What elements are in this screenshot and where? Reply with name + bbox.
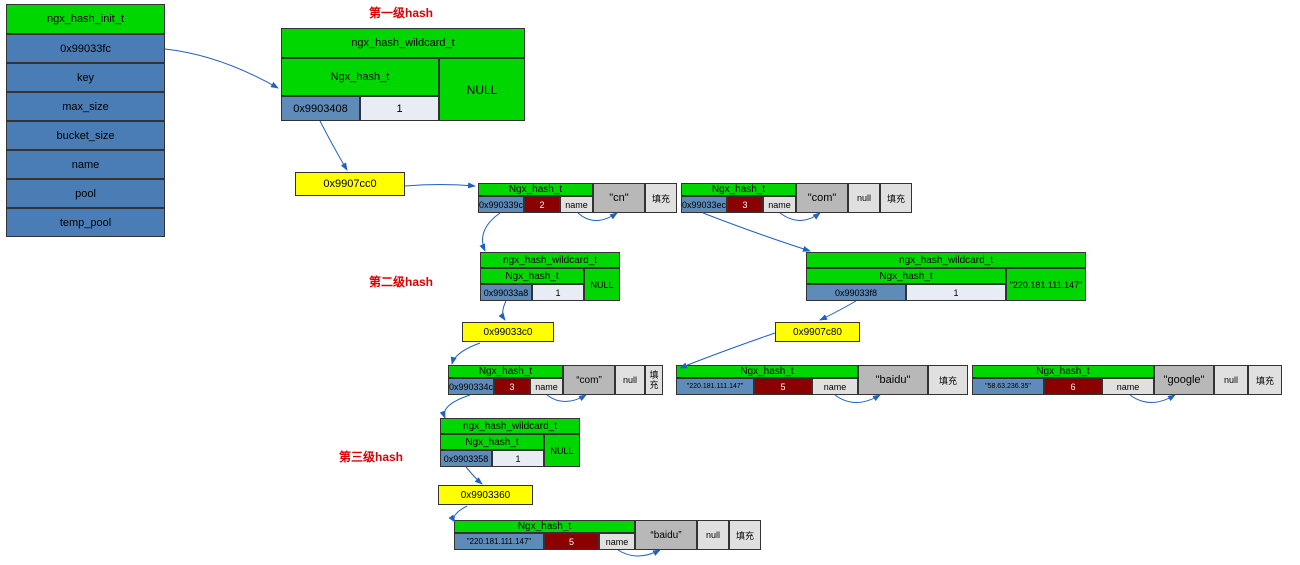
entry-baidu-len: 5	[754, 378, 812, 395]
entry-cn-hash: Ngx_hash_t	[478, 183, 593, 196]
entry-google-name: "google"	[1154, 365, 1214, 395]
wc3-null: NULL	[544, 434, 580, 467]
wc2b-addr: 0x99033f8	[806, 284, 906, 301]
entry-baidu3-null: null	[697, 520, 729, 550]
entry-baidu-fill: 填充	[928, 365, 968, 395]
wc2b-size: 1	[906, 284, 1006, 301]
entry-baidu3-ip: "220.181.111.147"	[454, 533, 544, 550]
wc1-hash-label: Ngx_hash_t	[281, 58, 439, 96]
entry-baidu-ip: "220.181.111.147"	[676, 378, 754, 395]
entry-com2-fill: 填充	[645, 365, 663, 395]
init-row-5: pool	[6, 179, 165, 208]
entry-google-hash: Ngx_hash_t	[972, 365, 1154, 378]
entry-baidu-namekey: name	[812, 378, 858, 395]
entry-com2-len: 3	[494, 378, 530, 395]
wc2a-title: ngx_hash_wildcard_t	[480, 252, 620, 268]
entry-com2-addr: 0x990334c	[448, 378, 494, 395]
entry-cn-addr: 0x990339c	[478, 196, 524, 213]
level1-label: 第一级hash	[369, 4, 433, 21]
wc1-size: 1	[360, 96, 439, 121]
wc1-null: NULL	[439, 58, 525, 121]
init-row-1: key	[6, 63, 165, 92]
wc3-title: ngx_hash_wildcard_t	[440, 418, 580, 434]
entry-com-hash: Ngx_hash_t	[681, 183, 796, 196]
wc3-hash: Ngx_hash_t	[440, 434, 544, 450]
bucket2b: 0x9907c80	[775, 322, 860, 342]
entry-google-ip: "58.63.236.35"	[972, 378, 1044, 395]
init-row-0: 0x99033fc	[6, 34, 165, 63]
entry-com-fill: 填充	[880, 183, 912, 213]
entry-com2-name: “com”	[563, 365, 615, 395]
entry-cn-namekey: name	[560, 196, 593, 213]
init-row-3: bucket_size	[6, 121, 165, 150]
wc1-addr: 0x9903408	[281, 96, 360, 121]
entry-com-name: "com"	[796, 183, 848, 213]
init-header: ngx_hash_init_t	[6, 4, 165, 34]
entry-baidu-hash: Ngx_hash_t	[676, 365, 858, 378]
init-row-4: name	[6, 150, 165, 179]
entry-com-len: 3	[727, 196, 763, 213]
entry-com2-null: null	[615, 365, 645, 395]
wc2a-hash: Ngx_hash_t	[480, 268, 584, 284]
wc2b-hash: Ngx_hash_t	[806, 268, 1006, 284]
bucket3: 0x9903360	[438, 485, 533, 505]
level2-label: 第二级hash	[369, 273, 433, 290]
wc3-size: 1	[492, 450, 544, 467]
entry-com-addr: 0x99033ec	[681, 196, 727, 213]
entry-cn-name: "cn"	[593, 183, 645, 213]
init-row-6: temp_pool	[6, 208, 165, 237]
wc2b-title: ngx_hash_wildcard_t	[806, 252, 1086, 268]
level3-label: 第三级hash	[339, 448, 403, 465]
entry-baidu3-hash: Ngx_hash_t	[454, 520, 635, 533]
entry-google-len: 6	[1044, 378, 1102, 395]
wc3-addr: 0x9903358	[440, 450, 492, 467]
entry-baidu3-len: 5	[544, 533, 599, 550]
entry-cn-fill: 填充	[645, 183, 677, 213]
entry-google-namekey: name	[1102, 378, 1154, 395]
entry-com-namekey: name	[763, 196, 796, 213]
wc2a-null: NULL	[584, 268, 620, 301]
entry-google-null: null	[1214, 365, 1248, 395]
entry-baidu3-fill: 填充	[729, 520, 761, 550]
entry-baidu-name: "baidu"	[858, 365, 928, 395]
entry-google-fill: 填充	[1248, 365, 1282, 395]
wc2a-size: 1	[532, 284, 584, 301]
bucket2a: 0x99033c0	[462, 322, 554, 342]
entry-baidu3-name: “baidu”	[635, 520, 697, 550]
entry-cn-len: 2	[524, 196, 560, 213]
wc2a-addr: 0x99033a8	[480, 284, 532, 301]
arrows-layer	[0, 0, 1300, 565]
bucket1: 0x9907cc0	[295, 172, 405, 196]
entry-com2-namekey: name	[530, 378, 563, 395]
wc1-title: ngx_hash_wildcard_t	[281, 28, 525, 58]
entry-baidu3-namekey: name	[599, 533, 635, 550]
wc2b-ip: "220.181.111.147"	[1006, 268, 1086, 301]
entry-com-null: null	[848, 183, 880, 213]
init-row-2: max_size	[6, 92, 165, 121]
entry-com2-hash: Ngx_hash_t	[448, 365, 563, 378]
